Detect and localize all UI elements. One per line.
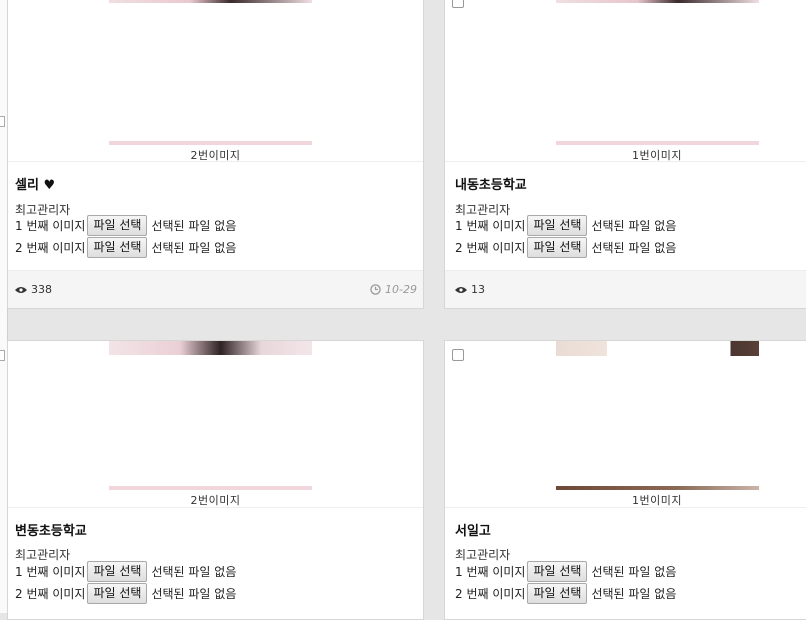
post-title[interactable]: 변동초등학교: [15, 520, 87, 539]
select-checkbox[interactable]: [452, 349, 464, 361]
divider: [8, 507, 423, 508]
choose-file-button[interactable]: 파일 선택: [527, 561, 588, 582]
no-file-text: 선택된 파일 없음: [591, 241, 677, 255]
no-file-text: 선택된 파일 없음: [151, 241, 237, 255]
select-checkbox[interactable]: [452, 0, 464, 8]
left-edge-checkbox[interactable]: [0, 116, 5, 127]
eye-icon: [455, 286, 467, 293]
gallery-card: 2번이미지 셀리 ♥ 최고관리자 1 번째 이미지 파일 선택 선택된 파일 없…: [7, 0, 424, 309]
view-count: 13: [455, 283, 485, 296]
choose-file-button[interactable]: 파일 선택: [527, 215, 588, 236]
image-caption: 1번이미지: [632, 494, 682, 507]
choose-file-button[interactable]: 파일 선택: [527, 237, 588, 258]
upload-label: 1 번째 이미지: [455, 565, 526, 579]
divider: [8, 161, 423, 162]
upload-label: 1 번째 이미지: [15, 565, 86, 579]
post-title[interactable]: 셀리 ♥: [15, 174, 55, 193]
left-edge-checkbox[interactable]: [0, 350, 5, 361]
view-count: 338: [15, 283, 52, 296]
thumbnail-image[interactable]: [109, 0, 312, 3]
choose-file-button[interactable]: 파일 선택: [87, 583, 148, 604]
post-title[interactable]: 서일고: [455, 520, 491, 539]
post-date-value: 10-29: [385, 283, 417, 296]
image-upload-row-1: 1 번째 이미지 파일 선택 선택된 파일 없음: [15, 215, 236, 236]
thumbnail-image[interactable]: [556, 341, 759, 356]
divider: [445, 161, 806, 162]
gallery-card: 2번이미지 변동초등학교 최고관리자 1 번째 이미지 파일 선택 선택된 파일…: [7, 340, 424, 620]
thumbnail-image[interactable]: [556, 0, 759, 3]
eye-icon: [15, 286, 27, 293]
card-footer: 13: [445, 270, 806, 308]
image-caption: 2번이미지: [190, 494, 241, 507]
choose-file-button[interactable]: 파일 선택: [87, 215, 148, 236]
image-upload-row-2: 2 번째 이미지 파일 선택 선택된 파일 없음: [15, 583, 236, 604]
image-upload-row-1: 1 번째 이미지 파일 선택 선택된 파일 없음: [455, 561, 676, 582]
upload-label: 1 번째 이미지: [455, 219, 526, 233]
clock-icon: [370, 284, 381, 295]
no-file-text: 선택된 파일 없음: [591, 219, 677, 233]
no-file-text: 선택된 파일 없음: [591, 565, 677, 579]
view-count-value: 338: [31, 283, 52, 296]
divider: [445, 507, 806, 508]
image-upload-row-2: 2 번째 이미지 파일 선택 선택된 파일 없음: [15, 237, 236, 258]
image-upload-row-1: 1 번째 이미지 파일 선택 선택된 파일 없음: [15, 561, 236, 582]
gallery-card: 1번이미지 서일고 최고관리자 1 번째 이미지 파일 선택 선택된 파일 없음…: [444, 340, 806, 620]
upload-label: 1 번째 이미지: [15, 219, 86, 233]
no-file-text: 선택된 파일 없음: [151, 219, 237, 233]
thumbnail-image-edge: [556, 486, 759, 490]
post-date: 10-29: [370, 283, 417, 296]
image-upload-row-1: 1 번째 이미지 파일 선택 선택된 파일 없음: [455, 215, 676, 236]
choose-file-button[interactable]: 파일 선택: [87, 561, 148, 582]
choose-file-button[interactable]: 파일 선택: [87, 237, 148, 258]
post-title[interactable]: 내동초등학교: [455, 174, 527, 193]
thumbnail-image[interactable]: [109, 341, 312, 355]
image-upload-row-2: 2 번째 이미지 파일 선택 선택된 파일 없음: [455, 237, 676, 258]
thumbnail-image-edge: [556, 141, 759, 145]
upload-label: 2 번째 이미지: [455, 587, 526, 601]
thumbnail-image-edge: [109, 141, 312, 145]
choose-file-button[interactable]: 파일 선택: [527, 583, 588, 604]
gallery-card: 1번이미지 내동초등학교 최고관리자 1 번째 이미지 파일 선택 선택된 파일…: [444, 0, 806, 309]
no-file-text: 선택된 파일 없음: [151, 587, 237, 601]
view-count-value: 13: [471, 283, 485, 296]
upload-label: 2 번째 이미지: [15, 241, 86, 255]
card-footer: 338 10-29: [8, 270, 423, 308]
image-upload-row-2: 2 번째 이미지 파일 선택 선택된 파일 없음: [455, 583, 676, 604]
upload-label: 2 번째 이미지: [455, 241, 526, 255]
upload-label: 2 번째 이미지: [15, 587, 86, 601]
no-file-text: 선택된 파일 없음: [591, 587, 677, 601]
no-file-text: 선택된 파일 없음: [151, 565, 237, 579]
thumbnail-image-edge: [109, 486, 312, 490]
